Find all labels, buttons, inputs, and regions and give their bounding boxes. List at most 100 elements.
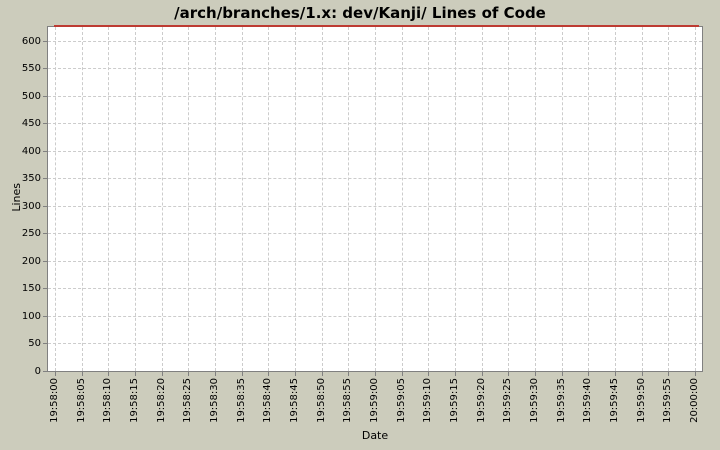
x-gridline: [82, 27, 83, 371]
x-tick-label: 19:58:00: [49, 378, 60, 423]
x-tick: [402, 372, 403, 376]
x-tick: [562, 372, 563, 376]
y-tick: [43, 343, 47, 344]
y-gridline: [48, 343, 702, 344]
x-tick-label: 19:59:55: [662, 378, 673, 423]
x-gridline: [162, 27, 163, 371]
x-tick-label: 19:58:25: [182, 378, 193, 423]
x-tick-label: 19:59:35: [556, 378, 567, 423]
x-tick-label: 19:59:15: [449, 378, 460, 423]
x-tick: [482, 372, 483, 376]
y-tick-label: 200: [21, 256, 41, 267]
x-tick-label: 19:59:25: [502, 378, 513, 423]
x-gridline: [108, 27, 109, 371]
x-tick: [322, 372, 323, 376]
x-gridline: [668, 27, 669, 371]
y-tick: [43, 316, 47, 317]
y-gridline: [48, 123, 702, 124]
x-gridline: [268, 27, 269, 371]
y-tick: [43, 123, 47, 124]
x-tick-label: 19:58:10: [102, 378, 113, 423]
x-tick: [695, 372, 696, 376]
x-tick: [588, 372, 589, 376]
x-gridline: [322, 27, 323, 371]
x-gridline: [55, 27, 56, 371]
x-gridline: [375, 27, 376, 371]
y-gridline: [48, 68, 702, 69]
y-gridline: [48, 178, 702, 179]
x-tick: [82, 372, 83, 376]
y-tick: [43, 288, 47, 289]
y-tick-label: 150: [21, 283, 41, 294]
y-tick: [43, 206, 47, 207]
x-gridline: [215, 27, 216, 371]
x-gridline: [428, 27, 429, 371]
x-tick-label: 19:58:55: [342, 378, 353, 423]
x-tick: [348, 372, 349, 376]
y-tick-label: 0: [34, 366, 41, 377]
y-tick-label: 50: [28, 338, 41, 349]
y-tick-label: 400: [21, 146, 41, 157]
x-tick: [428, 372, 429, 376]
x-tick: [215, 372, 216, 376]
x-gridline: [242, 27, 243, 371]
y-gridline: [48, 288, 702, 289]
x-tick-label: 19:59:45: [609, 378, 620, 423]
x-gridline: [295, 27, 296, 371]
x-gridline: [615, 27, 616, 371]
plot-area: [47, 25, 703, 372]
x-tick: [642, 372, 643, 376]
x-gridline: [455, 27, 456, 371]
y-tick: [43, 151, 47, 152]
x-tick: [615, 372, 616, 376]
y-tick-label: 450: [21, 118, 41, 129]
x-tick: [508, 372, 509, 376]
loc-chart: /arch/branches/1.x: dev/Kanji/ Lines of …: [0, 0, 720, 450]
x-tick-label: 19:58:35: [236, 378, 247, 423]
x-tick-label: 19:58:05: [76, 378, 87, 423]
x-gridline: [188, 27, 189, 371]
x-tick: [55, 372, 56, 376]
y-tick-label: 100: [21, 311, 41, 322]
x-gridline: [482, 27, 483, 371]
x-tick: [108, 372, 109, 376]
y-tick: [43, 371, 47, 372]
x-tick: [295, 372, 296, 376]
y-tick-label: 500: [21, 91, 41, 102]
x-gridline: [588, 27, 589, 371]
x-tick: [668, 372, 669, 376]
y-tick-label: 600: [21, 36, 41, 47]
y-gridline: [48, 96, 702, 97]
y-tick: [43, 178, 47, 179]
y-tick-label: 250: [21, 228, 41, 239]
x-tick: [455, 372, 456, 376]
y-tick: [43, 261, 47, 262]
y-gridline: [48, 316, 702, 317]
x-tick: [242, 372, 243, 376]
x-tick: [268, 372, 269, 376]
y-tick: [43, 233, 47, 234]
x-tick-label: 19:59:00: [369, 378, 380, 423]
y-tick-label: 350: [21, 173, 41, 184]
x-tick: [188, 372, 189, 376]
y-gridline: [48, 233, 702, 234]
loc-series-line: [54, 25, 699, 27]
y-tick: [43, 96, 47, 97]
x-tick: [535, 372, 536, 376]
x-gridline: [562, 27, 563, 371]
x-tick: [375, 372, 376, 376]
x-tick-label: 19:58:15: [129, 378, 140, 423]
x-gridline: [402, 27, 403, 371]
x-tick-label: 19:58:20: [156, 378, 167, 423]
x-tick: [162, 372, 163, 376]
x-tick-label: 19:58:50: [316, 378, 327, 423]
x-tick-label: 19:59:05: [396, 378, 407, 423]
x-tick-label: 19:58:40: [262, 378, 273, 423]
x-tick-label: 19:58:45: [289, 378, 300, 423]
y-tick-label: 300: [21, 201, 41, 212]
x-tick-label: 19:58:30: [209, 378, 220, 423]
x-tick-label: 19:59:40: [582, 378, 593, 423]
y-gridline: [48, 151, 702, 152]
x-gridline: [135, 27, 136, 371]
x-tick-label: 19:59:20: [476, 378, 487, 423]
